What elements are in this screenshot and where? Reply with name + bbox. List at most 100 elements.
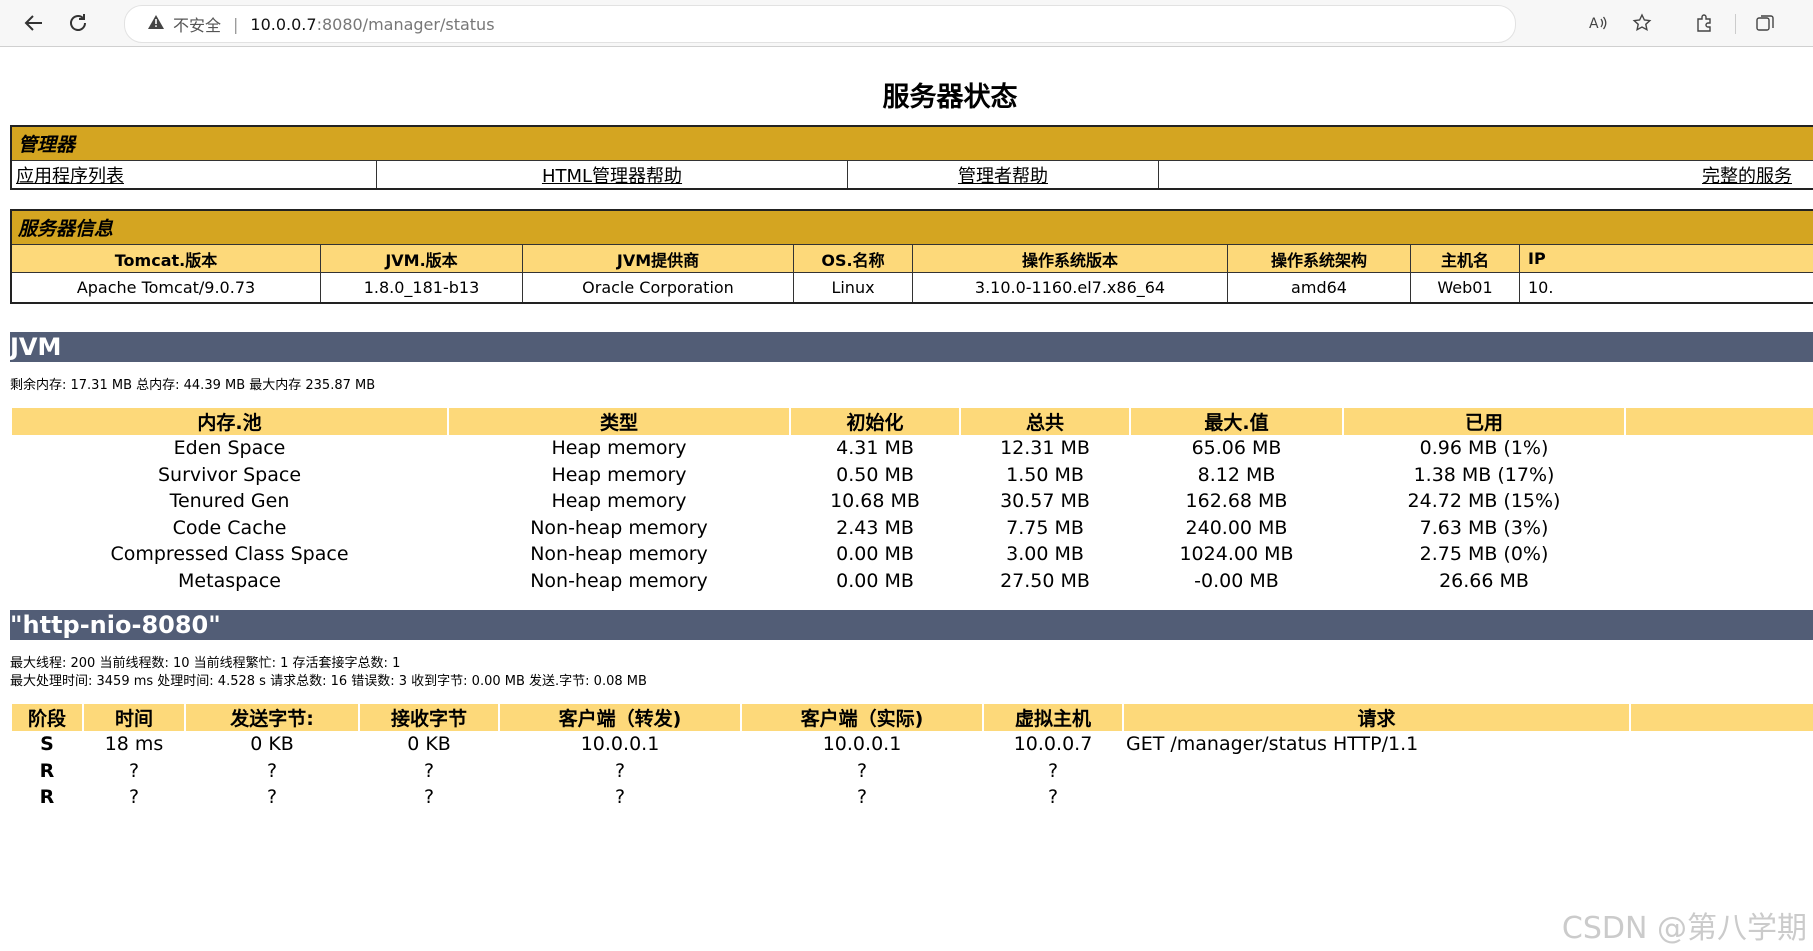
cell-used: 1.38 MB (17%) — [1413, 463, 1555, 486]
cell-os-version: 3.10.0-1160.el7.x86_64 — [912, 272, 1228, 304]
collections-icon[interactable] — [1750, 8, 1780, 38]
col-header: JVM.版本 — [320, 244, 523, 273]
connector-heading: "http-nio-8080" — [10, 610, 1813, 640]
extensions-icon[interactable] — [1689, 8, 1719, 38]
refresh-icon[interactable] — [62, 8, 94, 38]
cell-max: 8.12 MB — [1197, 463, 1276, 486]
table-row: R?????? — [12, 758, 1813, 785]
row-spacer — [1631, 758, 1813, 785]
security-label[interactable]: 不安全 — [173, 12, 221, 36]
request-table: 阶段 时间 发送字节: 接收字节 客户端（转发) 客户端（实际) 虚拟主机 请求… — [10, 704, 1813, 811]
cell-total: 7.75 MB — [1006, 516, 1084, 539]
table-row: Compressed Class Space Non-heap memory 0.0… — [12, 541, 1813, 568]
col-header: 已用 — [1344, 408, 1624, 435]
row-spacer — [1626, 488, 1813, 515]
cell-max: 162.68 MB — [1185, 490, 1288, 513]
link-cell: 完整的服务 — [1158, 160, 1813, 190]
cell-pool-name: Tenured Gen — [169, 490, 290, 513]
manager-table: 管理器 应用程序列表 HTML管理器帮助 管理者帮助 完整的服务 — [10, 125, 1813, 190]
cell-bytes-received: ? — [423, 786, 435, 809]
col-header: 最大.值 — [1131, 408, 1342, 435]
request-rows: S 18 ms 0 KB 0 KB 10.0.0.1 10.0.0.1 10.0.0.7 GE… — [12, 731, 1813, 811]
back-arrow-icon[interactable] — [18, 8, 50, 38]
table-row: Eden Space Heap memory 4.31 MB 12.31 MB 65.0… — [12, 435, 1813, 462]
cell-client-actual: ? — [856, 786, 868, 809]
row-spacer — [1626, 541, 1813, 568]
cell-request — [1124, 784, 1629, 811]
cell-bytes-received: ? — [423, 759, 435, 782]
cell-pool-type: Heap memory — [551, 437, 687, 460]
cell-initial: 4.31 MB — [836, 437, 914, 460]
link-html-manager-help[interactable]: HTML管理器帮助 — [542, 166, 682, 187]
col-header: 阶段 — [12, 704, 82, 731]
server-info-heading: 服务器信息 — [10, 209, 1813, 245]
cell-pool-name: Code Cache — [172, 516, 287, 539]
cell-used: 0.96 MB (1%) — [1419, 437, 1549, 460]
read-aloud-icon[interactable]: A — [1583, 8, 1613, 38]
memory-pool-table: 内存.池 类型 初始化 总共 最大.值 已用 Eden Space Heap me… — [10, 408, 1813, 594]
cell-pool-name: Eden Space — [173, 437, 286, 460]
cell-stage: S — [40, 733, 54, 756]
cell-stage: R — [39, 786, 55, 809]
cell-stage: R — [39, 759, 55, 782]
cell-pool-type: Non-heap memory — [530, 516, 708, 539]
cell-time: ? — [128, 786, 140, 809]
page-title: 服务器状态 — [882, 82, 1018, 113]
col-header: 虚拟主机 — [984, 704, 1122, 731]
cell-jvm-vendor: Oracle Corporation — [522, 272, 794, 304]
col-header-spacer — [1626, 408, 1813, 435]
cell-pool-name: Survivor Space — [157, 463, 302, 486]
col-header: 客户端（转发) — [500, 704, 740, 731]
jvm-heading: JVM — [10, 332, 1813, 362]
warning-icon[interactable] — [147, 14, 165, 35]
cell-used: 7.63 MB (3%) — [1419, 516, 1549, 539]
cell-client-forwarded: 10.0.0.1 — [580, 733, 660, 756]
table-row: Tenured Gen Heap memory 10.68 MB 30.57 MB 16… — [12, 488, 1813, 515]
row-spacer — [1626, 462, 1813, 489]
col-header: 类型 — [449, 408, 789, 435]
link-app-list[interactable]: 应用程序列表 — [16, 166, 124, 187]
url-host: 10.0.0.7 — [250, 14, 317, 34]
cell-initial: 0.50 MB — [836, 463, 914, 486]
cell-initial: 0.00 MB — [836, 543, 914, 566]
url-path: :8080/manager/status — [316, 14, 495, 34]
link-cell: HTML管理器帮助 — [376, 160, 848, 190]
col-header: 接收字节 — [360, 704, 498, 731]
link-manager-help[interactable]: 管理者帮助 — [958, 166, 1048, 187]
cell-time: ? — [128, 759, 140, 782]
svg-text:A: A — [1589, 16, 1599, 32]
cell-max: 1024.00 MB — [1179, 543, 1294, 566]
cell-time: 18 ms — [104, 733, 164, 756]
cell-bytes-sent: ? — [266, 759, 278, 782]
col-header: 内存.池 — [12, 408, 447, 435]
table-row: Metaspace Non-heap memory 0.00 MB 27.50 MB -… — [12, 568, 1813, 595]
col-header: IP — [1519, 244, 1813, 273]
address-separator: | — [233, 14, 239, 34]
row-spacer — [1626, 515, 1813, 542]
col-header: 操作系统架构 — [1227, 244, 1411, 273]
row-spacer — [1626, 568, 1813, 595]
cell-request: GET /manager/status HTTP/1.1 — [1126, 733, 1419, 756]
cell-used: 26.66 MB — [1439, 569, 1529, 592]
row-spacer — [1631, 731, 1813, 758]
memory-pool-rows: Eden Space Heap memory 4.31 MB 12.31 MB 65.0… — [12, 435, 1813, 594]
row-spacer — [1631, 784, 1813, 811]
cell-ip: 10. — [1519, 272, 1813, 304]
cell-bytes-sent: ? — [266, 786, 278, 809]
cell-total: 27.50 MB — [1000, 569, 1090, 592]
manager-heading: 管理器 — [10, 125, 1813, 161]
cell-total: 12.31 MB — [1000, 437, 1090, 460]
col-header: 主机名 — [1410, 244, 1520, 273]
cell-tomcat-version: Apache Tomcat/9.0.73 — [10, 272, 321, 304]
cell-used: 24.72 MB (15%) — [1407, 490, 1561, 513]
address-bar[interactable]: 不安全 | 10.0.0.7:8080/manager/status — [124, 5, 1516, 43]
col-header: 发送字节: — [186, 704, 358, 731]
cell-jvm-version: 1.8.0_181-b13 — [320, 272, 523, 304]
jvm-memory-summary: 剩余内存: 17.31 MB 总内存: 44.39 MB 最大内存 235.87… — [10, 378, 376, 393]
cell-vhost: ? — [1047, 786, 1059, 809]
cell-os-arch: amd64 — [1227, 272, 1411, 304]
col-header: JVM提供商 — [522, 244, 794, 273]
col-header: 操作系统版本 — [912, 244, 1228, 273]
link-complete-server-status[interactable]: 完整的服务 — [1702, 166, 1792, 187]
favorite-star-icon[interactable] — [1627, 8, 1657, 38]
